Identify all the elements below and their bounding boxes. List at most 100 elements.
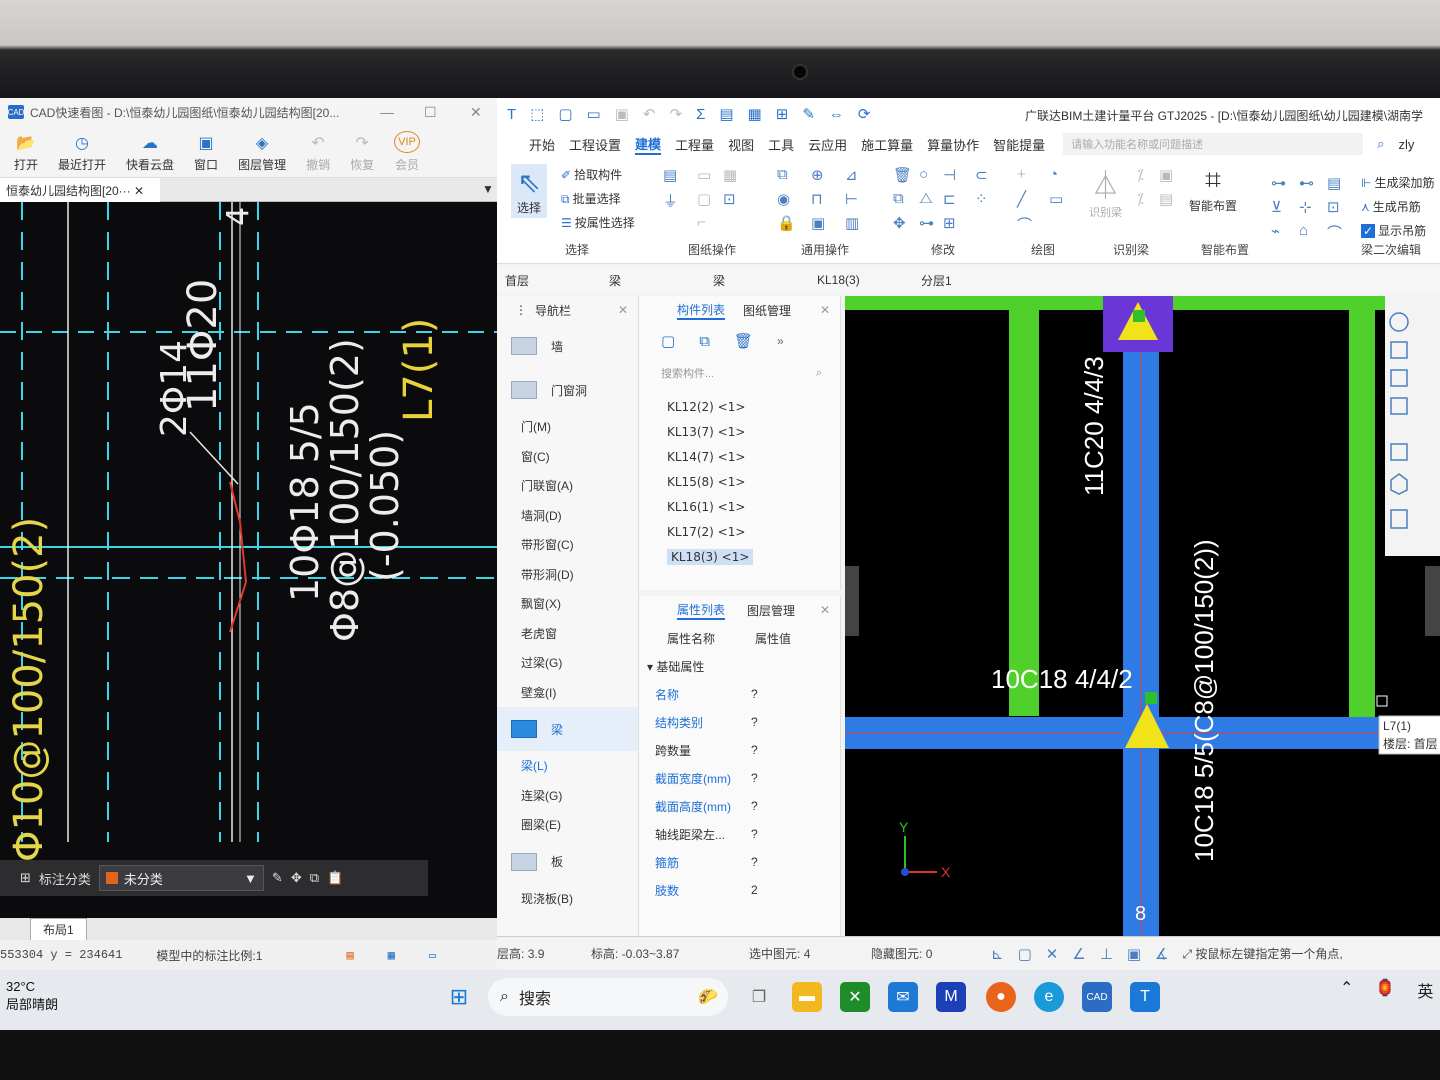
sync-icon[interactable]: ⟳ [858,105,871,123]
cad-viewer-taskbar-icon[interactable]: CAD [1082,982,1112,1012]
ime-indicator[interactable]: 英 [1417,978,1433,1002]
redo-button[interactable]: ↷ 恢复 [340,126,384,177]
open-icon[interactable]: ▭ [587,105,601,123]
property-row[interactable]: 箍筋? [639,848,840,876]
window-button[interactable]: ▣ 窗口 [184,126,228,177]
property-row[interactable]: 轴线距梁左...? [639,820,840,848]
beam-edit-icon[interactable]: ⊡ [1327,198,1340,216]
edit-icon[interactable]: ✎ [272,870,283,886]
trim-icon[interactable]: ⊏ [943,190,956,208]
calc-icon[interactable]: Σ [696,106,705,123]
break-icon[interactable]: ⊶ [919,214,934,232]
edge-icon[interactable]: e [1034,982,1064,1012]
layer-select[interactable]: 分层1 [913,272,1017,289]
type-select[interactable]: 梁 [705,272,809,289]
more-icon[interactable]: » [777,334,784,348]
component-item[interactable]: KL12(2) <1> [639,394,840,419]
new-icon[interactable]: ▢ [558,105,572,123]
menu-cloud[interactable]: 云应用 [808,135,847,154]
nav-slab[interactable]: 板 [497,840,638,884]
property-row[interactable]: 截面宽度(mm)? [639,764,840,792]
nav-niche[interactable]: 壁龛(I) [497,678,638,708]
draw-icon[interactable]: ✎ [802,105,815,123]
menu-construction[interactable]: 施工算量 [861,135,913,154]
mail-icon[interactable]: ✉ [888,982,918,1012]
copy-icon[interactable]: ⧉ [310,870,319,886]
table-icon[interactable]: ▦ [748,105,762,123]
extend-icon[interactable]: ⊣ [943,166,956,184]
common-op-icon[interactable]: ⊕ [811,166,824,184]
property-row[interactable]: 跨数量? [639,736,840,764]
select-button[interactable]: ⇖ 选择 [511,164,548,218]
firefox-icon[interactable]: ● [986,982,1016,1012]
show-hanger-checkbox[interactable]: ✓ 显示吊筋 [1361,222,1426,239]
drawing-op-icon[interactable]: ▭ [697,166,711,184]
screen-icon[interactable]: ▭ [429,948,436,963]
cad-drawing-canvas[interactable]: 11Φ20 2Φ14 10Φ18 5/5 Φ8@100/150(2) (-0.0… [0,202,497,862]
common-op-icon[interactable]: ⊓ [811,190,823,208]
copy-icon[interactable]: ⧉ [893,190,904,207]
common-op-icon[interactable]: ▣ [811,214,825,232]
pick-icon[interactable]: ⬚ [530,105,544,123]
start-icon[interactable]: ⊞ [444,982,474,1012]
array-icon[interactable]: ⁘ [975,190,988,208]
menu-tools[interactable]: 工具 [768,135,794,154]
component-select[interactable]: KL18(3) [809,273,913,287]
undo-button[interactable]: ↶ 撤销 [296,126,340,177]
menu-start[interactable]: 开始 [529,135,555,154]
beam-edit-icon[interactable]: ⊷ [1299,174,1314,192]
identify-op-icon[interactable]: ⁒ [1137,190,1144,208]
nav-dormer[interactable]: 老虎窗 [497,619,638,649]
pick-component-button[interactable]: ✐ 拾取构件 [561,166,622,183]
close-icon[interactable]: ✕ [618,303,628,317]
save-icon[interactable]: ▣ [615,105,629,123]
identify-op-icon[interactable]: ⁒ [1137,166,1144,184]
menu-collab[interactable]: 算量协作 [927,135,979,154]
weather-widget[interactable]: 32°C 局部晴朗 [6,978,58,1014]
taskbar-search[interactable]: ⌕ 搜索 🌮 [488,978,728,1016]
p-d-icon[interactable]: ▦ [388,948,395,963]
beam-edit-icon[interactable]: ⌂ [1299,222,1308,239]
user-name[interactable]: zly [1398,137,1414,152]
beam-edit-icon[interactable]: ⊶ [1271,174,1286,192]
gtj-taskbar-icon[interactable]: T [1130,982,1160,1012]
menu-view[interactable]: 视图 [728,135,754,154]
close-icon[interactable]: ✕ [820,603,830,617]
close-tab-icon[interactable]: ✕ [134,184,144,198]
nav-window[interactable]: 窗(C) [497,442,638,472]
tray-app-icon[interactable]: 🏮 [1375,978,1395,1002]
nav-strip-window[interactable]: 带形窗(C) [497,530,638,560]
file-explorer-icon[interactable]: ▬ [792,982,822,1012]
menu-quantity[interactable]: 工程量 [675,135,714,154]
model-canvas[interactable]: 11C20 4/4/3 10C18 4/4/2 10C18 5/5(C8@100… [845,296,1440,936]
undo-icon[interactable]: ↶ [643,105,656,123]
annot-category-select[interactable]: 未分类 ▼ [98,865,264,891]
pdf-icon[interactable]: ▤ [346,948,353,963]
tab-layout1[interactable]: 布局1 [30,917,87,941]
beam-edit-icon[interactable]: ⌁ [1271,222,1280,240]
collapse-left-handle[interactable] [845,566,859,636]
common-op-icon[interactable]: ⊢ [845,190,858,208]
task-view-icon[interactable]: ❐ [744,982,774,1012]
redo-icon[interactable]: ↷ [670,105,683,123]
tab-layer-mgmt[interactable]: 图层管理 [747,602,795,619]
dropdown-arrow-icon[interactable]: ▼ [482,182,494,196]
paste-icon[interactable]: 📋 [327,870,343,886]
nav-strip-hole[interactable]: 带形洞(D) [497,560,638,590]
identify-op-icon[interactable]: ▣ [1159,166,1173,184]
smart-layout-button[interactable]: ⌗ 智能布置 [1189,164,1237,214]
gen-beam-add-button[interactable]: ⊩ 生成梁加筋 [1361,174,1434,191]
property-row[interactable]: 肢数 2 [639,876,840,904]
component-item[interactable]: KL16(1) <1> [639,494,840,519]
property-row[interactable]: 结构类别? [639,708,840,736]
nav-cast-slab[interactable]: 现浇板(B) [497,884,638,914]
lock-icon[interactable]: 🔒 [777,214,796,232]
vip-button[interactable]: VIP 会员 [384,126,430,177]
identify-beam-button[interactable]: ⏃ 识别梁 [1089,164,1122,220]
property-row[interactable]: 截面高度(mm)? [639,792,840,820]
move-icon[interactable]: ✥ [291,870,302,886]
copy-component-icon[interactable]: ⧉ [699,333,710,350]
nav-bay-window[interactable]: 飘窗(X) [497,589,638,619]
xbox-icon[interactable]: ✕ [840,982,870,1012]
nav-ring-beam[interactable]: 圈梁(E) [497,810,638,840]
